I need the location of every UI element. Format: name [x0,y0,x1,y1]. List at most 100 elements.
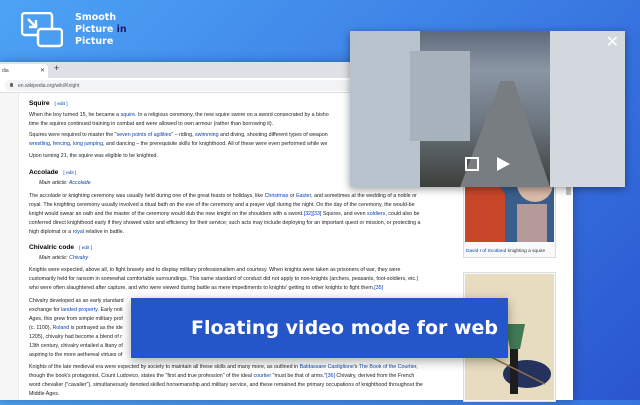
article-line: 1205), chivalry had become a blend of r [29,334,122,341]
video-frame [410,51,470,141]
article-text: , [416,364,418,370]
tab-title: dia [2,68,9,74]
article-link[interactable]: [36] [326,373,335,379]
article-text: customarily held for ransom in somewhat … [29,276,419,282]
article-line: The accolade or knighting ceremony was u… [29,193,417,200]
article-text: who were often slaughtered after capture… [29,285,375,291]
article-line: knight would swear an oath and the maste… [29,211,419,218]
article-line: who were often slaughtered after capture… [29,285,383,292]
article-text: Main article: [39,180,69,186]
article-text: , could also be [385,211,420,217]
article-link[interactable]: Chivalry [69,255,88,261]
article-text: and diving, shooting different types of … [218,132,328,138]
article-text: . Early noti [97,307,123,313]
article-link[interactable]: seven points of agilities [117,132,172,138]
article-line: customarily held for ransom in somewhat … [29,276,418,283]
article-text: (c. 1100), [29,325,53,331]
article-text: Chivalric code [29,244,75,251]
article-link[interactable]: Christmas [265,193,289,199]
brand-in: in [116,24,127,35]
article-text: Upon turning 21, the squire was eligible… [29,153,158,159]
article-text: Ages, this grew from simple military pro… [29,316,123,322]
main-article-note: Main article: Accolade [39,180,91,187]
article-text: aspiring to the more aethereal virtues o… [29,352,123,358]
article-link[interactable]: squire [121,112,135,118]
article-link[interactable]: soldiers [367,211,385,217]
article-line: Squires were required to master the "sev… [29,132,328,139]
article-link[interactable]: [32][33] [304,211,322,217]
edit-link[interactable]: [ edit ] [55,102,68,107]
article-text: , and dancing – the prerequisite skills … [102,141,328,147]
article-line: conferred direct knighthood early if the… [29,220,420,227]
article-text: exchange for [29,307,62,313]
article-text: " – riding, [171,132,196,138]
article-text: The accolade or knighting ceremony was u… [29,193,265,199]
video-frame [550,31,625,187]
article-link[interactable]: fencing [53,141,70,147]
article-text: or [288,193,297,199]
article-link[interactable]: Easter [296,193,311,199]
article-text: relative in battle. [84,229,125,235]
article-link[interactable]: royal [73,229,84,235]
article-text: Accolade [29,169,59,176]
article-line: Knights of the late medieval era were ex… [29,364,418,371]
article-line: Middle Ages. [29,391,59,398]
lock-icon [10,83,13,87]
article-text: Squires, and even [321,211,368,217]
article-line: Ages, this grew from simple military pro… [29,316,123,323]
article-link[interactable]: swimming [195,132,219,138]
close-tab-icon[interactable]: ✕ [40,67,45,74]
promo-banner: Floating video mode for web [131,298,508,358]
scrollbar-thumb[interactable] [566,186,571,195]
new-tab-button[interactable]: + [54,63,59,73]
article-text: Main article: [39,255,70,261]
article-line: exchange for landed property. Early noti [29,307,123,314]
article-line: 13th century, chivalry entailed a litany… [29,343,123,350]
article-text: Knights were expected, above all, to fig… [29,267,401,273]
browser-tab[interactable]: dia ✕ [0,64,48,78]
brand-line: Smooth [75,12,117,23]
article-text: Middle Ages. [29,391,60,397]
article-text: royal. The knighting ceremony usually in… [29,202,415,208]
brand-line: Picture [75,24,114,35]
article-link[interactable]: Accolade [69,180,91,186]
article-line: high diplomat or a royal relative in bat… [29,229,124,236]
article-line: (c. 1100), Roland is portrayed as the id… [29,325,123,332]
picture-in-picture-logo-icon [21,12,63,48]
caption-link[interactable]: David I of Scotland [466,249,506,254]
play-icon[interactable] [497,157,510,171]
article-line: Knights were expected, above all, to fig… [29,267,400,274]
article-line: Upon turning 21, the squire was eligible… [29,153,158,160]
article-text: 13th century, chivalry entailed a litany… [29,343,123,349]
article-text: , and sometimes at the wedding of a nobl… [311,193,417,199]
article-link[interactable]: The Book of the Courtier [359,364,416,370]
article-line: royal. The knighting ceremony usually in… [29,202,415,209]
brand-name: Smooth Picture in Picture [75,12,127,48]
article-link[interactable]: Roland [52,325,69,331]
article-link[interactable]: long jumping [73,141,103,147]
edit-link[interactable]: [ edit ] [79,246,92,251]
main-article-note: Main article: Chivalry [39,255,88,262]
section-heading: Chivalric code [ edit ] [29,244,92,252]
url-text: en.wikipedia.org/wiki/Knight [18,83,80,89]
article-link[interactable]: [35] [374,285,383,291]
article-link[interactable]: courtier [253,373,271,379]
article-text: high diplomat or a [29,229,73,235]
article-text: Chivalry, derived from the French [334,373,415,379]
open-in-new-icon[interactable] [465,157,479,171]
article-link[interactable]: landed property [61,307,97,313]
article-line: wrestling, fencing, long jumping, and da… [29,141,327,148]
article-text: When the boy turned 15, he became a [29,112,121,118]
article-text: time the squires continued training in c… [29,121,274,127]
edit-link[interactable]: [ edit ] [63,171,76,176]
article-text: Chivalry developed as an early standard [29,298,124,304]
article-link[interactable]: wrestling [29,141,50,147]
article-text: word chevalier ("cavalier"), simultaneou… [29,382,423,388]
article-line: word chevalier ("cavalier"), simultaneou… [29,382,423,389]
article-text: Squires were required to master the " [29,132,117,138]
close-icon[interactable]: ✕ [606,35,619,51]
section-heading: Squire [ edit ] [29,100,68,108]
article-line: aspiring to the more aethereal virtues o… [29,352,122,359]
article-link[interactable]: Baldassare Castiglione [300,364,354,370]
floating-video-player[interactable]: ✕ [350,31,625,187]
